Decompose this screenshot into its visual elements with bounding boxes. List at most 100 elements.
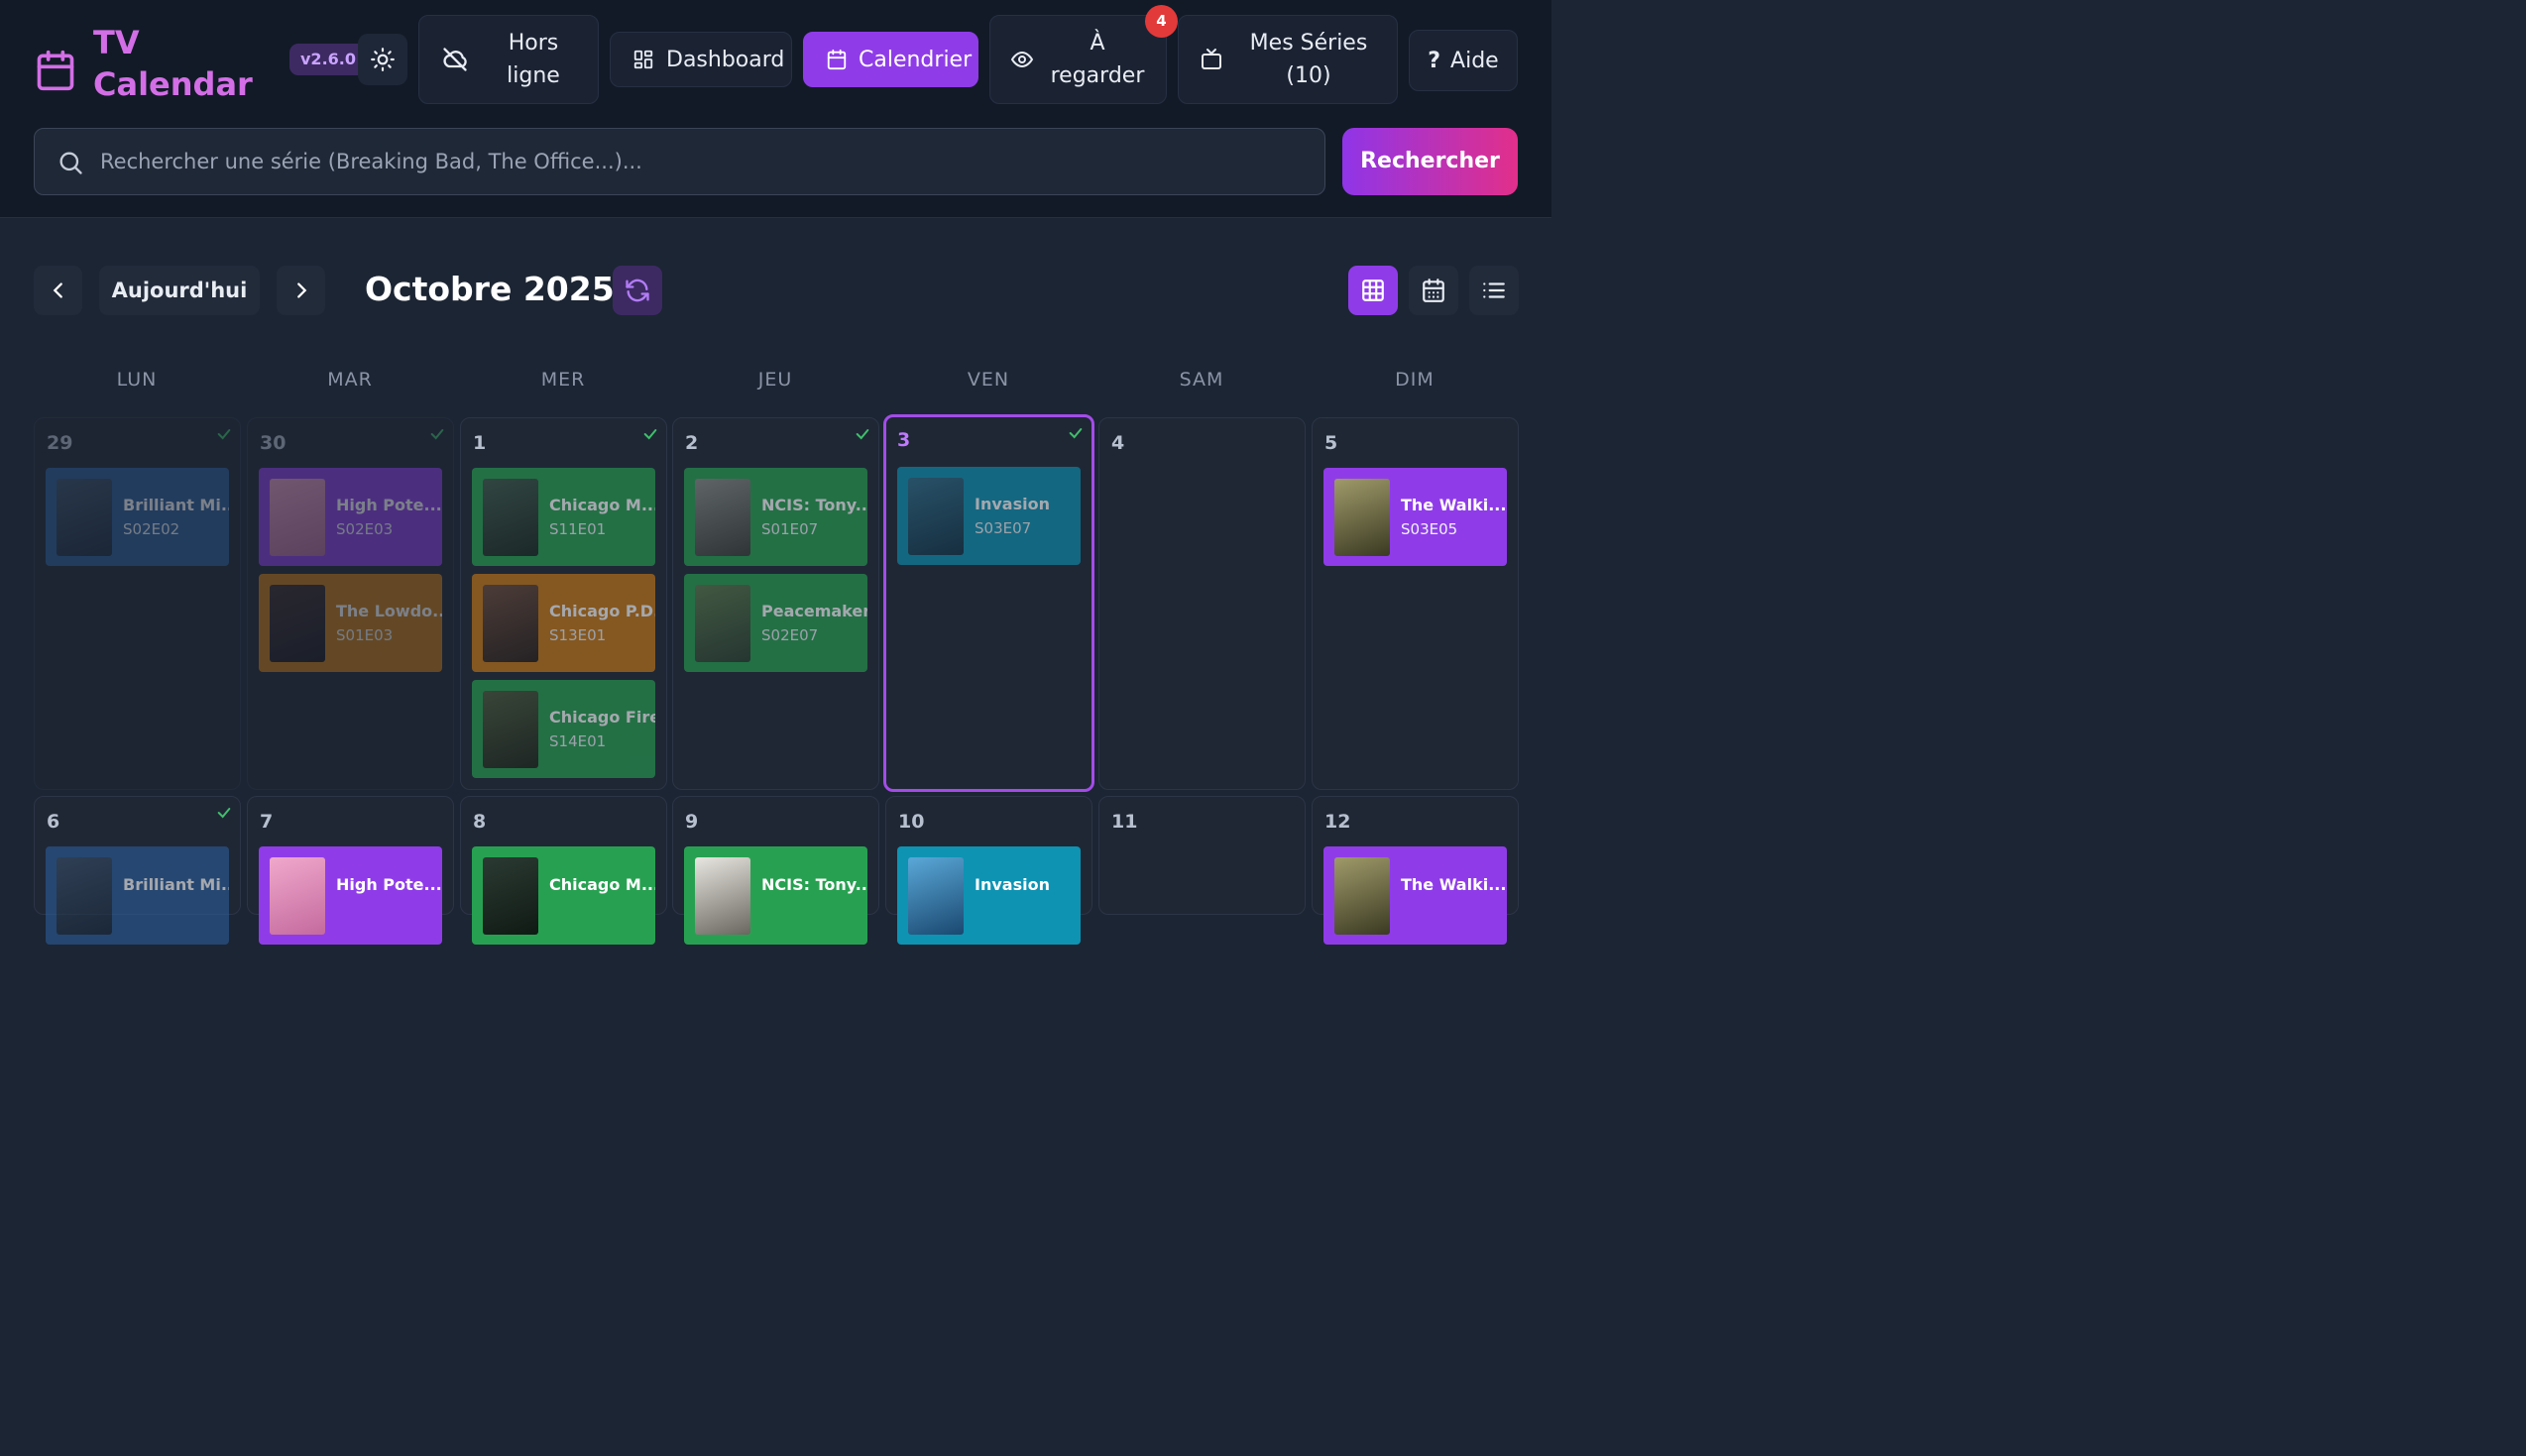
calendar-icon <box>827 49 847 70</box>
episode-code: S03E07 <box>975 519 1032 537</box>
theme-toggle-button[interactable] <box>358 34 407 85</box>
episode-card[interactable]: NCIS: Tony... <box>684 846 867 945</box>
day-number: 11 <box>1111 811 1138 833</box>
episode-poster <box>695 857 750 935</box>
chevron-right-icon <box>296 282 306 298</box>
my-series-button[interactable]: Mes Séries (10) <box>1178 15 1398 104</box>
episode-card[interactable]: Invasion S03E07 <box>897 467 1081 565</box>
help-button[interactable]: ? Aide <box>1409 30 1518 91</box>
offline-label: Hors ligne <box>507 31 560 88</box>
episode-title: Invasion <box>975 495 1050 513</box>
episode-code: S13E01 <box>549 626 607 644</box>
episode-poster <box>695 584 750 662</box>
episode-poster <box>57 478 112 556</box>
episode-card[interactable]: Chicago P.D. S13E01 <box>472 574 655 672</box>
table-grid-icon <box>1362 280 1384 301</box>
episode-title: Invasion <box>975 875 1050 894</box>
episode-title: Chicago M... <box>549 496 655 514</box>
episode-card[interactable]: Brilliant Mi... <box>46 846 229 945</box>
calendar-nav-button[interactable]: Calendrier <box>803 32 978 87</box>
month-title: Octobre 2025 <box>365 270 615 308</box>
day-cell-1[interactable]: 1 Chicago M... S11E01 Chicago P.D. S13E01 … <box>460 417 667 790</box>
day-cell-10[interactable]: 10 Invasion <box>885 796 1092 945</box>
episode-card[interactable]: Brilliant Mi... S02E02 <box>46 468 229 566</box>
episode-code: S02E03 <box>336 520 394 538</box>
check-icon <box>217 429 231 440</box>
episode-poster <box>908 477 964 555</box>
day-cell-5[interactable]: 5 The Walki... S03E05 <box>1312 417 1519 790</box>
episode-poster <box>270 857 325 935</box>
refresh-button[interactable] <box>613 266 662 315</box>
weekday-header: DIM <box>1395 369 1435 391</box>
chevron-left-icon <box>53 282 62 298</box>
check-icon <box>643 429 657 440</box>
day-number: 30 <box>260 432 287 454</box>
episode-card[interactable]: Chicago M... <box>472 846 655 945</box>
search-button[interactable]: Rechercher <box>1342 128 1518 195</box>
watch-list-button[interactable]: À regarder <box>989 15 1167 104</box>
version-badge: v2.6.0 <box>289 44 367 75</box>
episode-title: Chicago Fire <box>549 708 655 727</box>
episode-poster <box>57 857 112 935</box>
episode-code: S01E03 <box>336 626 394 644</box>
episode-card[interactable]: Chicago Fire S14E01 <box>472 680 655 778</box>
day-cell-4[interactable]: 4 <box>1098 417 1306 790</box>
day-cell-30[interactable]: 30 High Pote... S02E03 The Lowdo... S01E03 <box>247 417 454 790</box>
calendar-days-icon <box>1423 279 1444 302</box>
day-cell-6[interactable]: 6 Brilliant Mi... <box>34 796 241 945</box>
weekday-header: JEU <box>757 369 793 391</box>
list-icon <box>1483 282 1505 298</box>
check-icon <box>217 808 231 819</box>
day-number: 1 <box>473 432 487 454</box>
search-icon <box>59 152 82 174</box>
episode-card[interactable]: The Walki... <box>1323 846 1507 945</box>
episode-title: Brilliant Mi... <box>123 496 229 514</box>
episode-card[interactable]: Invasion <box>897 846 1081 945</box>
day-cell-11[interactable]: 11 <box>1098 796 1306 915</box>
day-cell-3-today[interactable]: 3 Invasion S03E07 <box>883 414 1094 792</box>
day-cell-7[interactable]: 7 High Pote... <box>247 796 454 945</box>
help-label: Aide <box>1450 48 1499 73</box>
episode-title: The Walki... <box>1401 496 1507 514</box>
help-icon: ? <box>1428 48 1441 73</box>
day-number: 10 <box>898 811 925 833</box>
app-title: TV Calendar <box>93 24 253 103</box>
episode-card[interactable]: The Lowdo... S01E03 <box>259 574 442 672</box>
view-grid-button[interactable] <box>1348 266 1398 315</box>
day-cell-2[interactable]: 2 NCIS: Tony... S01E07 Peacemaker S02E07 <box>672 417 879 790</box>
day-number: 12 <box>1324 811 1351 833</box>
view-calendar-button[interactable] <box>1409 266 1458 315</box>
day-cell-9[interactable]: 9 NCIS: Tony... <box>672 796 879 945</box>
episode-code: S11E01 <box>549 520 607 538</box>
next-month-button[interactable] <box>277 266 325 315</box>
episode-code: S03E05 <box>1401 520 1458 538</box>
eye-icon <box>1010 51 1034 68</box>
today-button[interactable]: Aujourd'hui <box>99 266 260 315</box>
episode-card[interactable]: NCIS: Tony... S01E07 <box>684 468 867 566</box>
grid-icon <box>633 50 653 69</box>
episode-title: NCIS: Tony... <box>761 875 867 894</box>
view-list-button[interactable] <box>1469 266 1519 315</box>
dashboard-button[interactable]: Dashboard <box>610 32 792 87</box>
episode-poster <box>270 584 325 662</box>
episode-card[interactable]: The Walki... S03E05 <box>1323 468 1507 566</box>
episode-poster <box>695 478 750 556</box>
episode-title: High Pote... <box>336 496 442 514</box>
day-cell-12[interactable]: 12 The Walki... <box>1312 796 1519 945</box>
episode-poster <box>270 478 325 556</box>
check-icon <box>856 429 869 440</box>
episode-poster <box>483 857 538 935</box>
episode-title: Peacemaker <box>761 602 867 620</box>
episode-card[interactable]: Chicago M... S11E01 <box>472 468 655 566</box>
episode-poster <box>1334 478 1390 556</box>
previous-month-button[interactable] <box>34 266 82 315</box>
episode-card[interactable]: High Pote... <box>259 846 442 945</box>
check-icon <box>1069 428 1083 439</box>
search-input[interactable] <box>100 129 1310 194</box>
day-cell-29[interactable]: 29 Brilliant Mi... S02E02 <box>34 417 241 790</box>
app-logo[interactable]: TV Calendar <box>34 22 262 105</box>
episode-card[interactable]: Peacemaker S02E07 <box>684 574 867 672</box>
offline-button[interactable]: Hors ligne <box>418 15 599 104</box>
episode-card[interactable]: High Pote... S02E03 <box>259 468 442 566</box>
day-cell-8[interactable]: 8 Chicago M... <box>460 796 667 945</box>
